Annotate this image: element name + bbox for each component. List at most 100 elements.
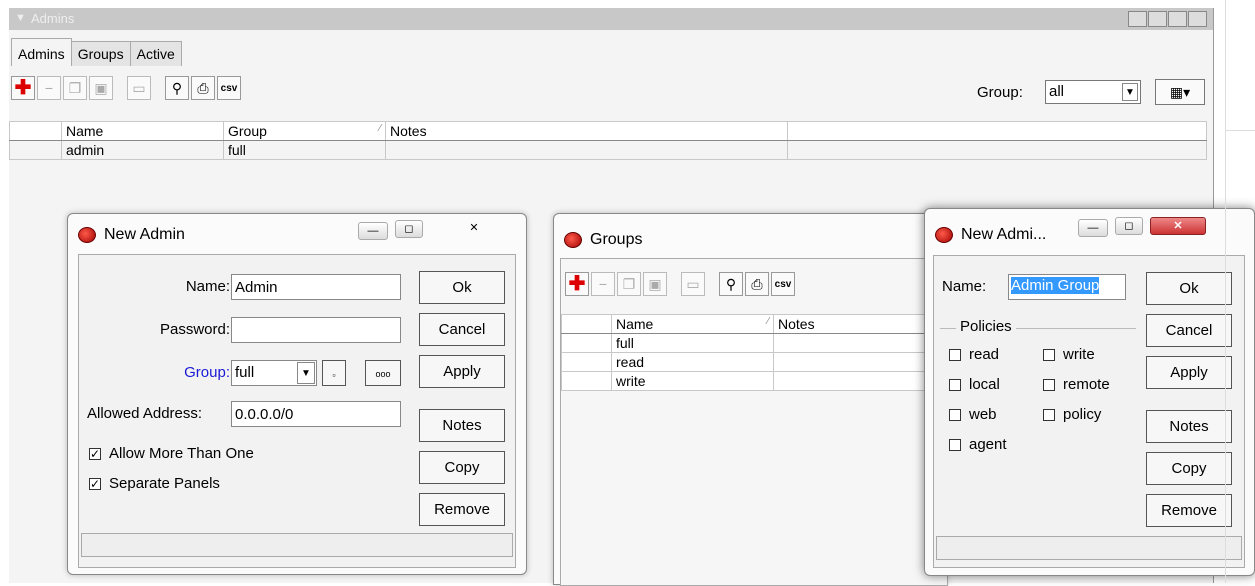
copy-button[interactable]: ❐ [617, 272, 641, 296]
groups-title: Groups [590, 231, 643, 248]
column-header-group[interactable]: Group ⁄ [223, 121, 386, 141]
paste-button[interactable]: ▣ [643, 272, 667, 296]
group-single-button[interactable]: ▫ [322, 360, 346, 386]
csv-button[interactable]: csv [771, 272, 795, 296]
policy-write[interactable]: write [1043, 346, 1095, 363]
group-filter-label: Group: [977, 84, 1023, 101]
columns-menu-button[interactable]: ▦▾ [1155, 79, 1205, 105]
add-button[interactable]: ✚ [565, 272, 589, 296]
policy-web[interactable]: web [949, 406, 997, 423]
tab-groups[interactable]: Groups [70, 41, 131, 66]
binoculars-icon: ⚲ [171, 79, 183, 96]
cancel-button[interactable]: Cancel [1146, 314, 1232, 347]
remove-button[interactable]: − [591, 272, 615, 296]
cell-name: admin [61, 140, 224, 160]
panel-titlebar[interactable]: ▼ Admins [9, 8, 1213, 30]
apply-button[interactable]: Apply [1146, 356, 1232, 389]
column-header-name[interactable]: Name ⁄ [611, 314, 774, 334]
name-label: Name: [942, 278, 987, 295]
checkbox[interactable] [949, 379, 961, 392]
checkbox[interactable] [1043, 349, 1055, 362]
policy-read[interactable]: read [949, 346, 999, 363]
groups-caption: Groups [564, 231, 642, 249]
group-select[interactable]: full ▼ [231, 360, 317, 386]
notes-button[interactable]: Notes [419, 409, 505, 442]
notes-button[interactable]: Notes [1146, 410, 1232, 443]
checkbox[interactable] [949, 409, 961, 422]
cancel-button[interactable]: Cancel [419, 313, 505, 346]
dropdown-arrow-icon[interactable]: ▼ [297, 362, 315, 384]
allowed-address-label: Allowed Address: [87, 405, 203, 422]
tab-admins[interactable]: Admins [11, 38, 72, 66]
maximize-button[interactable]: ◻ [395, 220, 423, 238]
table-row[interactable]: admin full [9, 140, 1207, 160]
copy-button[interactable]: Copy [1146, 452, 1232, 485]
remove-button[interactable]: Remove [419, 493, 505, 526]
table-row[interactable]: read [561, 352, 941, 372]
ok-button[interactable]: Ok [1146, 272, 1232, 305]
maximize-button[interactable]: ◻ [1115, 217, 1143, 235]
policy-local[interactable]: local [949, 376, 1000, 393]
column-header-notes[interactable]: Notes [385, 121, 788, 141]
checkbox[interactable] [949, 439, 961, 452]
table-header-row: Name Group ⁄ Notes [9, 121, 1207, 141]
policy-policy[interactable]: policy [1043, 406, 1101, 423]
separate-panels-checkbox-row[interactable]: ✓ Separate Panels [89, 475, 220, 492]
policy-agent[interactable]: agent [949, 436, 1007, 453]
comment-button[interactable]: ▭ [127, 76, 151, 100]
remove-button[interactable]: Remove [1146, 494, 1232, 527]
table-row[interactable]: write [561, 371, 941, 391]
allowed-address-field[interactable] [231, 401, 401, 427]
minimize-button[interactable]: — [1078, 219, 1108, 237]
csv-button[interactable]: csv [217, 76, 241, 100]
group-filter-value: all [1049, 83, 1065, 100]
allow-more-checkbox-row[interactable]: ✓ Allow More Than One [89, 445, 254, 462]
group-more-button[interactable]: ooo [365, 360, 401, 386]
allow-more-checkbox[interactable]: ✓ [89, 448, 101, 461]
name-field[interactable]: Admin Group [1008, 274, 1126, 300]
password-field[interactable] [231, 317, 401, 343]
close-button[interactable]: ✕ [446, 220, 502, 238]
separate-panels-checkbox[interactable]: ✓ [89, 478, 101, 491]
layout-icon[interactable] [1148, 11, 1167, 27]
group-label[interactable]: Group: [184, 364, 230, 381]
layout-icon[interactable] [1168, 11, 1187, 27]
column-header-name[interactable]: Name [61, 121, 224, 141]
comment-button[interactable]: ▭ [681, 272, 705, 296]
minimize-button[interactable]: — [358, 222, 388, 240]
column-header-notes[interactable]: Notes [773, 314, 941, 334]
print-button[interactable]: ⎙ [745, 272, 769, 296]
dropdown-arrow-icon[interactable]: ▼ [1122, 83, 1138, 101]
tab-bar: Admins Groups Active [11, 38, 182, 66]
name-field[interactable] [231, 274, 401, 300]
checkbox[interactable] [1043, 379, 1055, 392]
find-button[interactable]: ⚲ [719, 272, 743, 296]
close-button[interactable]: ✕ [1150, 217, 1206, 235]
comment-icon: ▭ [686, 275, 700, 292]
comment-icon: ▭ [132, 79, 146, 96]
toolbar: ✚ − ❐ ▣ ▭ ⚲ ⎙ csv [11, 76, 243, 100]
remove-button[interactable]: − [37, 76, 61, 100]
dialog-body: Name: Password: Group: full ▼ ▫ ooo Allo… [78, 254, 516, 568]
group-filter-select[interactable]: all ▼ [1045, 80, 1141, 104]
find-button[interactable]: ⚲ [165, 76, 189, 100]
dialog-caption: New Admin [78, 226, 185, 244]
collapse-triangle-icon[interactable]: ▼ [15, 12, 26, 24]
ok-button[interactable]: Ok [419, 271, 505, 304]
copy-button[interactable]: Copy [419, 451, 505, 484]
paste-button[interactable]: ▣ [89, 76, 113, 100]
checkbox[interactable] [1043, 409, 1055, 422]
layout-icon[interactable] [1188, 11, 1207, 27]
panel-title: Admins [31, 11, 75, 26]
admins-table: Name Group ⁄ Notes admin full [9, 121, 1207, 160]
policy-remote[interactable]: remote [1043, 376, 1110, 393]
add-button[interactable]: ✚ [11, 76, 35, 100]
table-row[interactable]: full [561, 333, 941, 353]
print-button[interactable]: ⎙ [191, 76, 215, 100]
layout-icon[interactable] [1128, 11, 1147, 27]
apply-button[interactable]: Apply [419, 355, 505, 388]
name-value: Admin Group [1011, 277, 1100, 294]
tab-active[interactable]: Active [129, 41, 182, 66]
checkbox[interactable] [949, 349, 961, 362]
copy-button[interactable]: ❐ [63, 76, 87, 100]
